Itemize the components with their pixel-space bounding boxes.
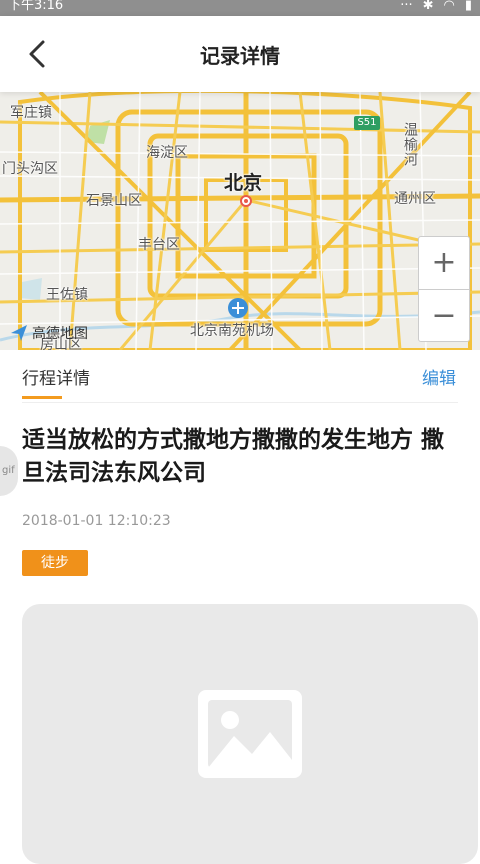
map-label-haidian: 海淀区 [146,145,188,161]
section-tabs: 行程详情 编辑 [22,350,458,403]
tab-active-indicator [22,396,62,399]
map-label-wenyu: 温榆河 [402,122,418,167]
navigation-arrow-icon [11,325,27,341]
page-title: 记录详情 [200,44,280,68]
map-logo-text: 高德地图 [32,326,88,342]
map-label-shijingshan: 石景山区 [86,193,142,209]
image-placeholder-icon [198,690,302,778]
map-logo: 高德地图 [10,323,88,343]
wifi-icon: ◠ [443,0,455,13]
map-view[interactable]: 军庄镇 门头沟区 海淀区 石景山区 北京 丰台区 王佐镇 房山区 北京南苑机场 … [0,92,480,350]
map-label-tongzhou: 通州区 [394,191,436,207]
tab-trip-details[interactable]: 行程详情 [22,364,90,389]
record-date: 2018-01-01 12:10:23 [22,513,171,529]
map-label-beijing: 北京 [224,172,263,194]
zoom-control: + − [418,236,470,342]
signal-icon: ▮ [464,0,472,13]
edit-button[interactable]: 编辑 [422,364,456,389]
map-label-airport: 北京南苑机场 [190,323,274,339]
gif-side-handle[interactable]: gif [0,446,18,496]
map-label-fengtai: 丰台区 [138,237,180,253]
header: 记录详情 [0,16,480,92]
zoom-out-button[interactable]: − [419,290,469,342]
transport-mode-badge: 徒步 [22,550,88,576]
route-shield: S51 [354,116,380,130]
map-label-junzhuang: 军庄镇 [10,105,52,121]
map-label-wangzuo: 王佐镇 [46,287,88,303]
zoom-in-button[interactable]: + [419,237,469,289]
status-time: 下午3:16 [8,0,64,13]
bluetooth-icon: ✱ [422,0,434,13]
status-bar: 下午3:16 ··· ✱ ◠ ▮ [0,0,480,16]
status-icons: ··· ✱ ◠ ▮ [400,0,472,13]
dots-icon: ··· [400,0,413,13]
record-title: 适当放松的方式撒地方撒撒的发生地方 撒旦法司法东风公司 [22,427,445,486]
map-label-mentougou: 门头沟区 [2,161,58,177]
